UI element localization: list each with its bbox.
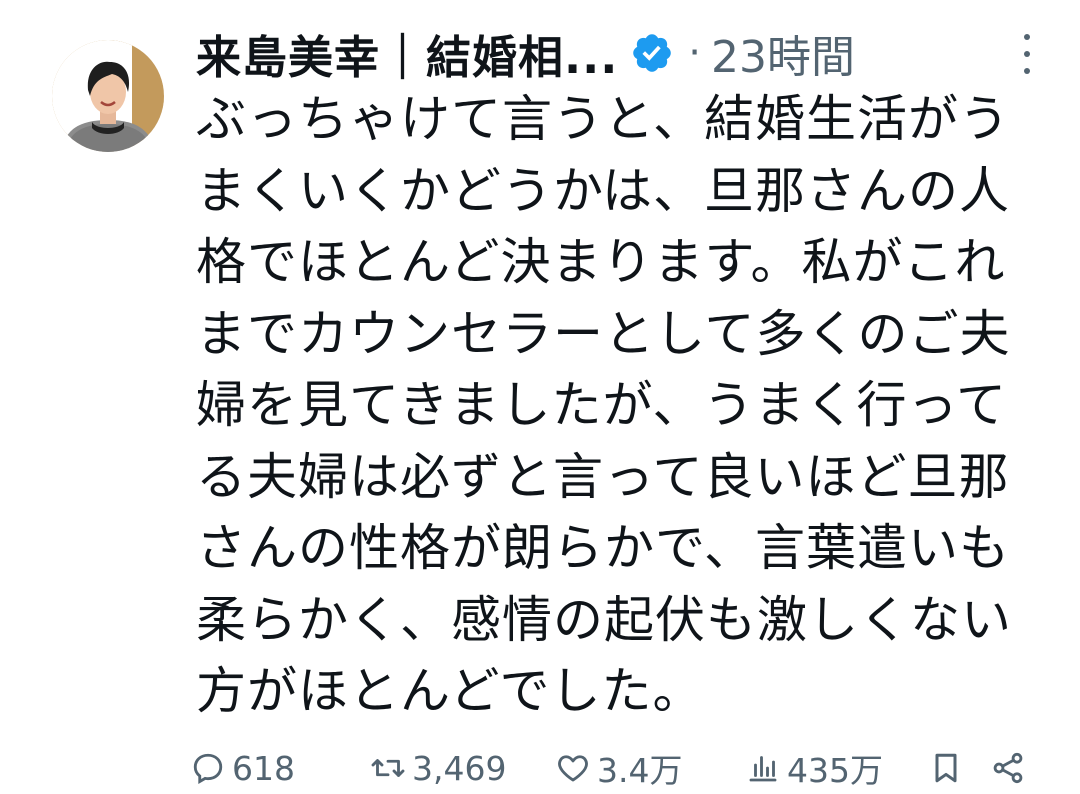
reply-count: 618 (232, 748, 295, 788)
tweet-header: 来島美幸｜結婚相... · 23時間 (196, 22, 1056, 84)
repost-count: 3,469 (412, 748, 507, 788)
reply-button[interactable]: 618 (190, 744, 295, 792)
more-options-icon[interactable] (1012, 34, 1042, 74)
tweet-text: ぶっちゃけて言うと、結婚生活がう まくいくかどうかは、旦那さんの人 格でほとんど… (196, 90, 1012, 720)
views-count: 435万 (787, 751, 883, 790)
like-button[interactable]: 3.4万 (555, 744, 682, 792)
verified-badge-icon (630, 31, 674, 75)
author-name[interactable]: 来島美幸｜結婚相... (196, 21, 618, 86)
heart-icon (558, 755, 588, 782)
views-button[interactable]: 435万 (745, 744, 883, 792)
repost-button[interactable]: 3,469 (370, 744, 506, 792)
avatar[interactable] (52, 40, 164, 152)
timestamp[interactable]: 23時間 (711, 21, 855, 85)
share-button[interactable] (990, 744, 1032, 792)
repost-icon (371, 759, 405, 777)
action-bar: 618 3,469 3.4万 435万 (190, 744, 1040, 792)
bookmark-button[interactable] (928, 744, 970, 792)
reply-icon (193, 753, 223, 784)
share-icon (993, 752, 1023, 784)
bookmark-icon (935, 753, 957, 783)
views-icon (749, 756, 777, 782)
separator-dot: · (688, 30, 702, 76)
like-count: 3.4万 (597, 751, 683, 790)
